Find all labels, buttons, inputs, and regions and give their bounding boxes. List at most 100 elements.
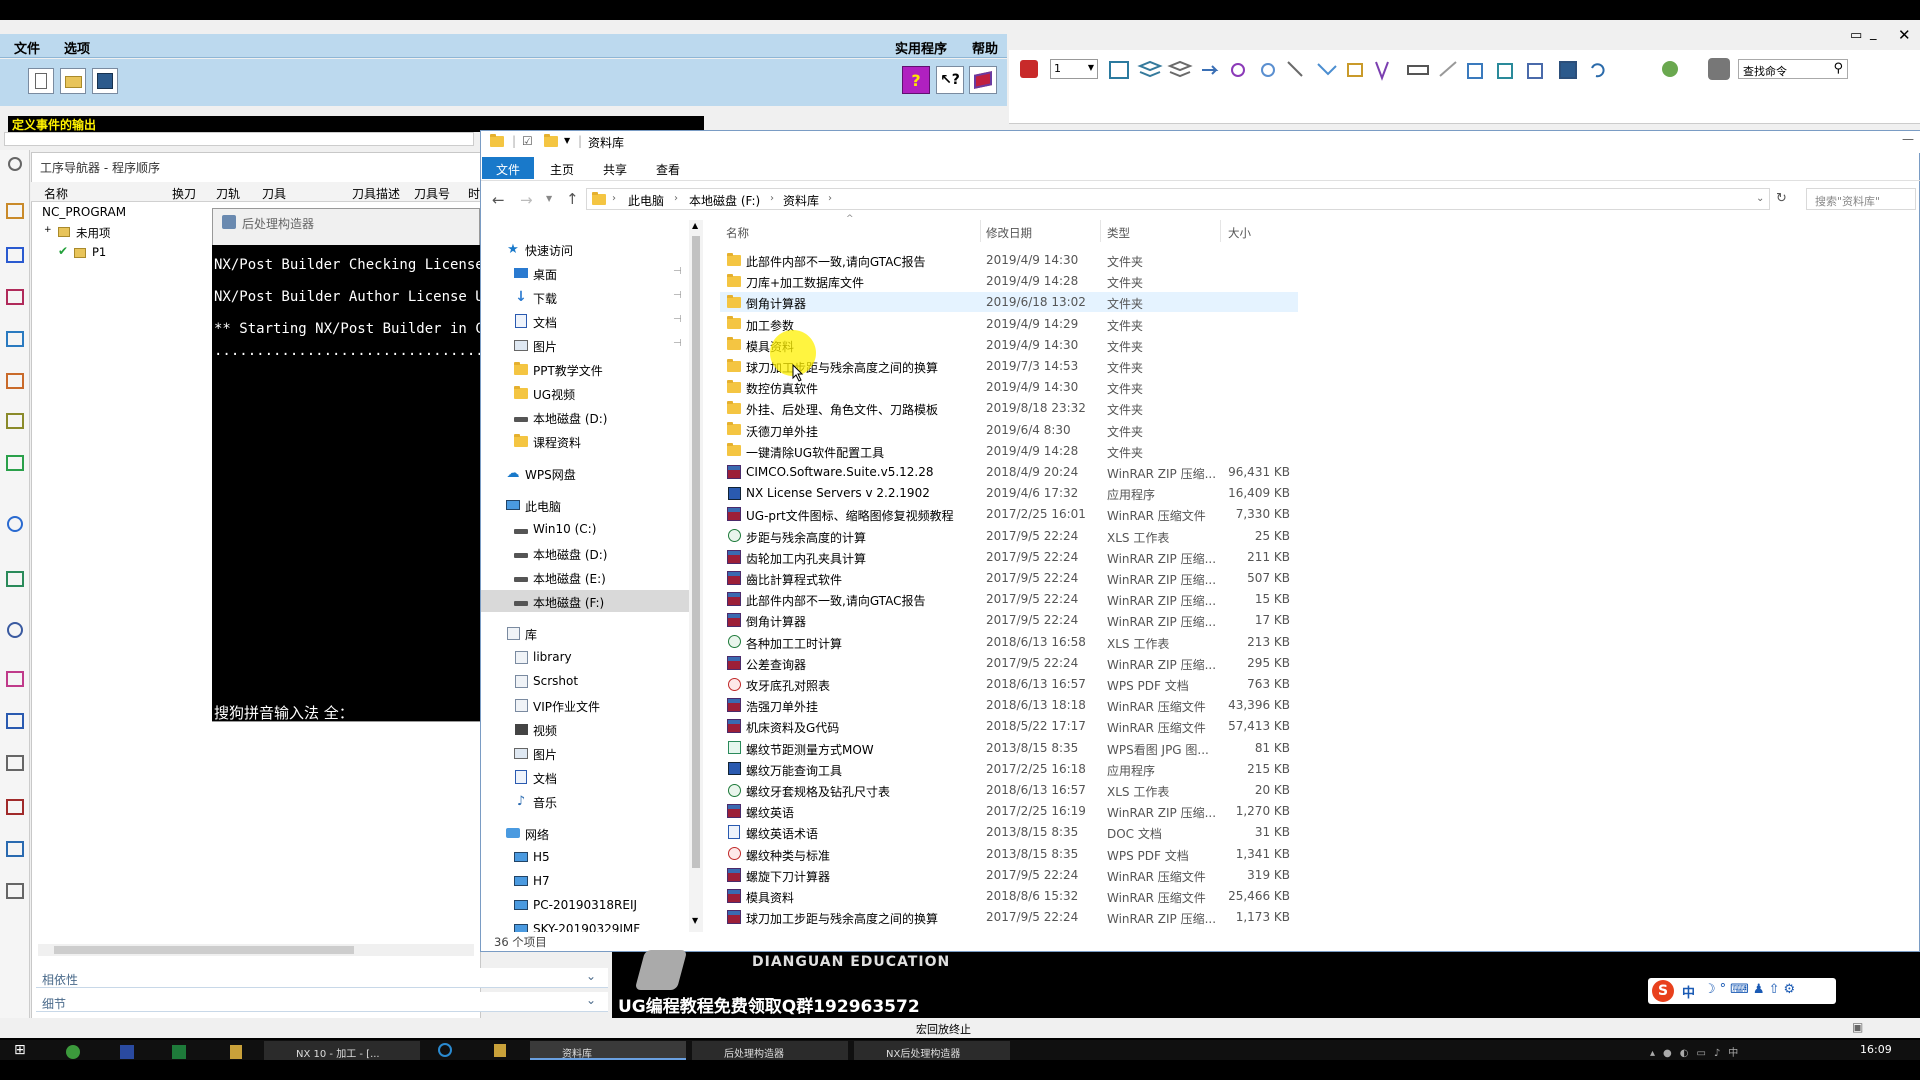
nav-item[interactable]: UG视频 bbox=[481, 382, 689, 404]
nav-hscrollbar[interactable] bbox=[38, 944, 474, 956]
col-time[interactable]: 时 bbox=[468, 185, 480, 202]
ribbon-tab-home[interactable]: 主页 bbox=[550, 161, 574, 178]
nav-item[interactable]: 库 bbox=[481, 622, 689, 644]
refresh-icon[interactable]: ↻ bbox=[1776, 191, 1787, 206]
ime-toolbar[interactable]: S 中 ☽°⌨♟⇧⚙ bbox=[1648, 978, 1836, 1004]
nav-item[interactable]: PPT教学文件 bbox=[481, 358, 689, 380]
nav-item[interactable]: 本地磁盘 (F:) bbox=[481, 590, 689, 612]
recent-dropdown-icon[interactable]: ▼ bbox=[546, 194, 552, 203]
scroll-thumb[interactable] bbox=[692, 236, 700, 868]
file-row[interactable]: 齒比計算程式软件 2017/9/5 22:24 WinRAR ZIP 压缩... 50… bbox=[720, 568, 1298, 588]
file-row[interactable]: 倒角计算器 2017/9/5 22:24 WinRAR ZIP 压缩... 17 KB bbox=[720, 610, 1298, 630]
nav-item[interactable]: 图片 ⊣ bbox=[481, 334, 689, 356]
layer-select[interactable]: 1 ▼ bbox=[1050, 59, 1098, 79]
menu-help[interactable]: 帮助 bbox=[972, 38, 998, 57]
nav-item[interactable]: PC-20190318REIJ bbox=[481, 894, 689, 916]
taskbar-item-nxpost[interactable]: NX后处理构造器 bbox=[854, 1041, 1010, 1060]
nav-item[interactable]: 视频 bbox=[481, 718, 689, 740]
file-row[interactable]: 此部件内部不一致,请向GTAC报告 2019/4/9 14:30 文件夹 bbox=[720, 250, 1298, 270]
breadcrumb-library[interactable]: 资料库 bbox=[783, 192, 819, 209]
taskbar-item-nx[interactable]: NX 10 - 加工 - [... bbox=[264, 1041, 420, 1060]
file-row[interactable]: 加工参数 2019/4/9 14:29 文件夹 bbox=[720, 314, 1298, 334]
manual-button[interactable] bbox=[969, 66, 997, 94]
file-row[interactable]: 螺纹节距测量方式MOW 2013/8/15 8:35 WPS看图 JPG 图... 8… bbox=[720, 738, 1298, 758]
file-row[interactable]: 刀库+加工数据库文件 2019/4/9 14:28 文件夹 bbox=[720, 271, 1298, 291]
file-row[interactable]: 数控仿真软件 2019/4/9 14:30 文件夹 bbox=[720, 377, 1298, 397]
start-button[interactable]: ⊞ bbox=[14, 1042, 26, 1058]
ime-mode[interactable]: 中 bbox=[1682, 982, 1695, 1001]
col-name[interactable]: 名称 bbox=[44, 185, 68, 202]
file-row[interactable]: 模具资料 2018/8/6 15:32 WinRAR 压缩文件 25,466 KB bbox=[720, 886, 1298, 906]
excel-icon[interactable] bbox=[172, 1045, 186, 1059]
nav-item[interactable]: Scrshot bbox=[481, 670, 689, 692]
minimize-icon[interactable]: — bbox=[1902, 132, 1914, 146]
nx-command-icons[interactable] bbox=[1108, 58, 1608, 82]
expand-icon[interactable]: + bbox=[44, 225, 52, 235]
resource-bar-icons[interactable] bbox=[4, 152, 26, 902]
file-row[interactable]: 倒角计算器 2019/6/18 13:02 文件夹 bbox=[720, 292, 1298, 313]
qat-dropdown-icon[interactable]: ▼ bbox=[564, 136, 570, 145]
file-row[interactable]: 球刀加工步距与残余高度之间的换算 2017/9/5 22:24 WinRAR ZIP… bbox=[720, 907, 1298, 927]
file-row[interactable]: 各种加工工时计算 2018/6/13 16:58 XLS 工作表 213 KB bbox=[720, 632, 1298, 652]
file-row[interactable]: 此部件内部不一致,请向GTAC报告 2017/9/5 22:24 WinRAR ZI… bbox=[720, 589, 1298, 609]
file-row[interactable]: 螺纹牙套规格及钻孔尺寸表 2018/6/13 16:57 XLS 工作表 20 KB bbox=[720, 780, 1298, 800]
ribbon-tab-share[interactable]: 共享 bbox=[603, 161, 627, 178]
file-row[interactable]: 一键清除UG软件配置工具 2019/4/9 14:28 文件夹 bbox=[720, 441, 1298, 461]
edge-icon[interactable] bbox=[438, 1043, 452, 1057]
up-arrow-icon[interactable]: ↑ bbox=[566, 190, 579, 208]
search-box[interactable]: 搜索"资料库" bbox=[1806, 188, 1916, 210]
nav-item[interactable]: 文档 bbox=[481, 766, 689, 788]
file-row[interactable]: 螺纹英语 2017/2/25 16:19 WinRAR ZIP 压缩... 1,270… bbox=[720, 801, 1298, 821]
wcs-ball-icon[interactable] bbox=[1662, 61, 1678, 77]
nx-app-icon[interactable] bbox=[120, 1045, 134, 1059]
panel-dependencies[interactable]: 相依性 ⌄ bbox=[36, 968, 608, 988]
file-row[interactable]: 螺纹英语术语 2013/8/15 8:35 DOC 文档 31 KB bbox=[720, 822, 1298, 842]
taskbar-item-post[interactable]: 后处理构造器 bbox=[692, 1041, 848, 1060]
nav-item[interactable]: H5 bbox=[481, 846, 689, 868]
file-row[interactable]: UG-prt文件图标、缩略图修复视频教程 2017/2/25 16:01 WinRA… bbox=[720, 504, 1298, 524]
nav-item[interactable]: 课程资料 bbox=[481, 430, 689, 452]
address-bar[interactable] bbox=[586, 188, 1770, 210]
nav-item[interactable]: ♪ 音乐 bbox=[481, 790, 689, 812]
file-row[interactable]: 机床资料及G代码 2018/5/22 17:17 WinRAR 压缩文件 57,413… bbox=[720, 716, 1298, 736]
scroll-up-icon[interactable]: ▲ bbox=[692, 221, 698, 230]
browser-icon[interactable] bbox=[66, 1045, 80, 1059]
new-file-button[interactable] bbox=[28, 68, 54, 94]
file-row[interactable]: 外挂、后处理、角色文件、刀路模板 2019/8/18 23:32 文件夹 bbox=[720, 398, 1298, 418]
panel-details[interactable]: 细节 ⌄ bbox=[36, 992, 608, 1012]
tree-unused[interactable]: 未用项 bbox=[76, 225, 111, 241]
nav-item[interactable]: 本地磁盘 (D:) bbox=[481, 406, 689, 428]
col-header-name[interactable]: 名称 bbox=[726, 225, 749, 241]
file-row[interactable]: 浩强刀单外挂 2018/6/13 18:18 WinRAR 压缩文件 43,396 K… bbox=[720, 695, 1298, 715]
nav-item[interactable]: 网络 bbox=[481, 822, 689, 844]
col-tool-change[interactable]: 换刀 bbox=[172, 185, 196, 202]
scroll-down-icon[interactable]: ▼ bbox=[692, 916, 698, 925]
col-tool-number[interactable]: 刀具号 bbox=[414, 185, 450, 202]
col-tool[interactable]: 刀具 bbox=[262, 185, 286, 202]
col-header-type[interactable]: 类型 bbox=[1107, 225, 1130, 241]
nav-item[interactable]: library bbox=[481, 646, 689, 668]
menu-options[interactable]: 选项 bbox=[64, 38, 90, 57]
taskbar-item-explorer[interactable]: 资料库 bbox=[530, 1041, 686, 1060]
tree-program[interactable]: P1 bbox=[92, 245, 106, 259]
nav-item[interactable]: ★ 快速访问 bbox=[481, 238, 689, 260]
save-button[interactable] bbox=[92, 68, 118, 94]
file-row[interactable]: NX License Servers v 2.2.1902 2019/4/6 17… bbox=[720, 483, 1298, 503]
nav-item[interactable]: ↓ 下载 ⊣ bbox=[481, 286, 689, 308]
nav-item[interactable]: Win10 (C:) bbox=[481, 518, 689, 540]
breadcrumb-this-pc[interactable]: 此电脑 bbox=[628, 192, 664, 209]
breadcrumb-drive-f[interactable]: 本地磁盘 (F:) bbox=[689, 192, 760, 209]
address-dropdown-icon[interactable]: ⌄ bbox=[1756, 193, 1764, 204]
file-row[interactable]: 螺纹种类与标准 2013/8/15 8:35 WPS PDF 文档 1,341 KB bbox=[720, 844, 1298, 864]
window-minimize-button[interactable]: _ bbox=[1870, 26, 1877, 41]
col-header-date[interactable]: 修改日期 bbox=[986, 225, 1032, 241]
col-tool-desc[interactable]: 刀具描述 bbox=[352, 185, 400, 202]
menu-file[interactable]: 文件 bbox=[14, 38, 40, 57]
nav-item[interactable]: 图片 bbox=[481, 742, 689, 764]
file-row[interactable]: 公差查询器 2017/9/5 22:24 WinRAR ZIP 压缩... 295 K… bbox=[720, 653, 1298, 673]
nav-item[interactable]: H7 bbox=[481, 870, 689, 892]
file-row[interactable]: 沃德刀单外挂 2019/6/4 8:30 文件夹 bbox=[720, 420, 1298, 440]
new-folder-icon[interactable] bbox=[544, 134, 558, 147]
app-icon[interactable] bbox=[230, 1045, 242, 1059]
col-header-size[interactable]: 大小 bbox=[1228, 225, 1251, 241]
